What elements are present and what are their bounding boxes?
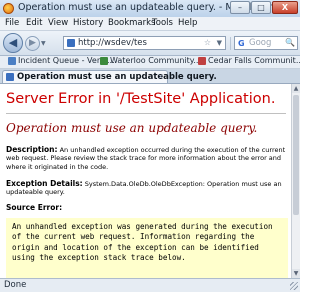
vertical-scrollbar[interactable]: ▲ ▼ — [291, 84, 300, 278]
tab-strip: Operation must use an updateable query. … — [0, 69, 300, 84]
code-line: using the exception stack trace below. — [12, 252, 186, 262]
exception-label: Exception Details: — [6, 179, 83, 188]
divider — [6, 113, 286, 114]
url-text[interactable]: http://wsdev/tes — [78, 37, 147, 49]
back-button[interactable]: ◀ — [3, 33, 23, 53]
url-bar[interactable]: http://wsdev/tes ☆ ▼ — [63, 36, 226, 50]
description-label: Description: — [6, 145, 58, 154]
menu-bookmarks[interactable]: Bookmarks — [108, 18, 156, 28]
code-line: origin and location of the exception can… — [12, 242, 259, 252]
history-dropdown-icon[interactable]: ▼ — [41, 40, 46, 47]
menu-history[interactable]: History — [73, 18, 103, 28]
bookmark-item[interactable]: Incident Queue - Vend... — [8, 56, 115, 65]
search-icon[interactable]: 🔍 — [285, 37, 295, 49]
resize-grip-icon[interactable] — [290, 282, 298, 290]
maximize-button[interactable]: □ — [251, 1, 271, 14]
tab-label: Operation must use an updateable query. — [17, 72, 217, 82]
status-text: Done — [4, 280, 27, 290]
bookmark-page-icon — [8, 56, 16, 65]
code-line: of the current web request. Information … — [12, 232, 255, 242]
error-subtitle: Operation must use an updateable query. — [6, 121, 258, 135]
bookmark-page-icon — [100, 56, 108, 65]
navigation-toolbar: ◀ ▶ ▼ http://wsdev/tes ☆ ▼ G Goog 🔍 — [0, 31, 300, 56]
menu-file[interactable]: File — [5, 18, 19, 28]
tab-close-icon[interactable]: × — [157, 72, 164, 81]
description-paragraph: Description: An unhandled exception occu… — [6, 145, 288, 171]
page-content: Server Error in '/TestSite' Application.… — [0, 84, 291, 278]
bookmarks-toolbar: Incident Queue - Vend... Waterloo Commun… — [0, 56, 300, 69]
bookmark-item[interactable]: Waterloo Community... — [100, 56, 201, 65]
scroll-thumb[interactable] — [293, 95, 299, 215]
bookmark-item[interactable]: Cedar Falls Communit... — [198, 56, 300, 65]
browser-window: Operation must use an updateable query. … — [0, 0, 300, 292]
menu-tools[interactable]: Tools — [152, 18, 173, 28]
close-button[interactable]: X — [272, 1, 298, 14]
bookmark-label: Waterloo Community... — [110, 56, 201, 65]
exception-paragraph: Exception Details: System.Data.OleDb.Ole… — [6, 179, 288, 197]
url-dropdown-icon[interactable]: ▼ — [217, 37, 222, 49]
status-bar: Done — [0, 278, 300, 292]
site-favicon-icon — [67, 39, 75, 47]
search-input[interactable]: G Goog 🔍 — [234, 36, 298, 50]
tab-favicon-icon — [6, 73, 14, 81]
code-line: An unhandled exception was generated dur… — [12, 222, 273, 231]
google-icon[interactable]: G — [238, 38, 245, 50]
window-controls: – □ X — [230, 1, 298, 14]
menu-edit[interactable]: Edit — [26, 18, 42, 28]
menu-view[interactable]: View — [48, 18, 68, 28]
scroll-down-arrow-icon[interactable]: ▼ — [292, 269, 300, 278]
bookmark-label: Cedar Falls Communit... — [208, 56, 300, 65]
menu-help[interactable]: Help — [178, 18, 197, 28]
toolbar-separator — [230, 37, 231, 50]
scroll-up-arrow-icon[interactable]: ▲ — [292, 84, 300, 93]
search-placeholder: Goog — [249, 38, 272, 48]
title-bar: Operation must use an updateable query. … — [0, 0, 300, 18]
minimize-button[interactable]: – — [230, 1, 250, 14]
tab-active[interactable]: Operation must use an updateable query. … — [2, 70, 217, 83]
error-title: Server Error in '/TestSite' Application. — [6, 91, 276, 107]
source-error-codebox: An unhandled exception was generated dur… — [6, 218, 288, 278]
source-error-label: Source Error: — [6, 203, 63, 212]
menu-bar: File Edit View History Bookmarks Tools H… — [0, 17, 300, 31]
firefox-logo-icon — [3, 3, 14, 14]
forward-button[interactable]: ▶ — [25, 36, 40, 51]
bookmark-page-icon — [198, 56, 206, 65]
bookmark-star-icon[interactable]: ☆ — [204, 37, 211, 49]
